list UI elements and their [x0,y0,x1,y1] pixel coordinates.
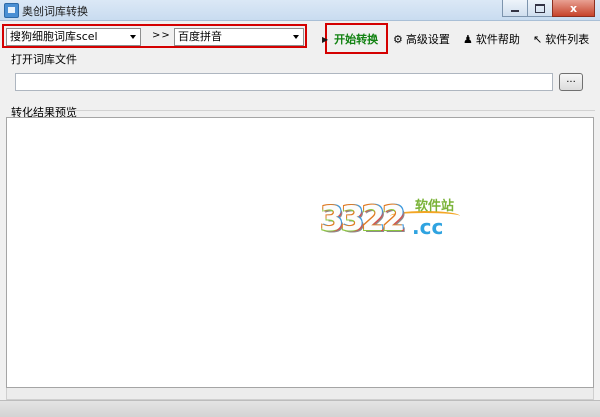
preview-area[interactable] [6,117,594,388]
start-convert-label: 开始转换 [334,33,379,46]
advanced-settings-button[interactable]: ⚙ 高级设置 [393,31,450,47]
window-controls: x [502,0,595,18]
chevron-down-icon [293,35,299,39]
advanced-settings-label: 高级设置 [405,33,450,46]
help-label: 软件帮助 [475,33,520,46]
minimize-button[interactable] [502,0,528,17]
watermark-site-name: 软件站 [415,199,455,214]
file-path-input[interactable] [15,73,553,91]
title-bar[interactable]: 奥创词库转换 x [0,0,600,21]
watermark-logo: 软件站 3322 .cc [320,193,470,248]
toolbar: 搜狗细胞词库scel >> 百度拼音 ▶ 开始转换 ⚙ 高级设置 ♟ 软件帮助 … [0,21,600,54]
status-bar [0,400,600,417]
cursor-icon: ↖ [533,32,543,46]
maximize-button[interactable] [527,0,553,17]
watermark-domain: .cc [412,215,444,239]
start-convert-button[interactable]: ▶ 开始转换 [322,31,378,47]
help-button[interactable]: ♟ 软件帮助 [463,31,520,47]
target-format-value: 百度拼音 [178,30,222,43]
target-format-select[interactable]: 百度拼音 [174,28,304,46]
close-button[interactable]: x [552,0,595,17]
software-list-button[interactable]: ↖ 软件列表 [533,31,589,47]
preview-divider [68,110,595,111]
minimize-icon [511,9,519,12]
open-file-label: 打开词库文件 [11,53,77,66]
maximize-icon [535,3,545,13]
gear-icon: ⚙ [393,32,403,46]
source-format-value: 搜狗细胞词库scel [10,30,98,43]
app-icon [4,3,19,18]
horizontal-scrollbar[interactable] [6,388,594,400]
chevron-down-icon [130,35,136,39]
play-icon: ▶ [322,34,329,44]
user-icon: ♟ [463,32,473,46]
conversion-arrow: >> [152,30,171,41]
browse-button[interactable]: ... [559,73,583,91]
watermark-number: 3322 [320,199,406,239]
source-format-select[interactable]: 搜狗细胞词库scel [6,28,141,46]
close-icon: x [569,1,578,15]
software-list-label: 软件列表 [545,33,590,46]
window-title: 奥创词库转换 [22,5,88,18]
